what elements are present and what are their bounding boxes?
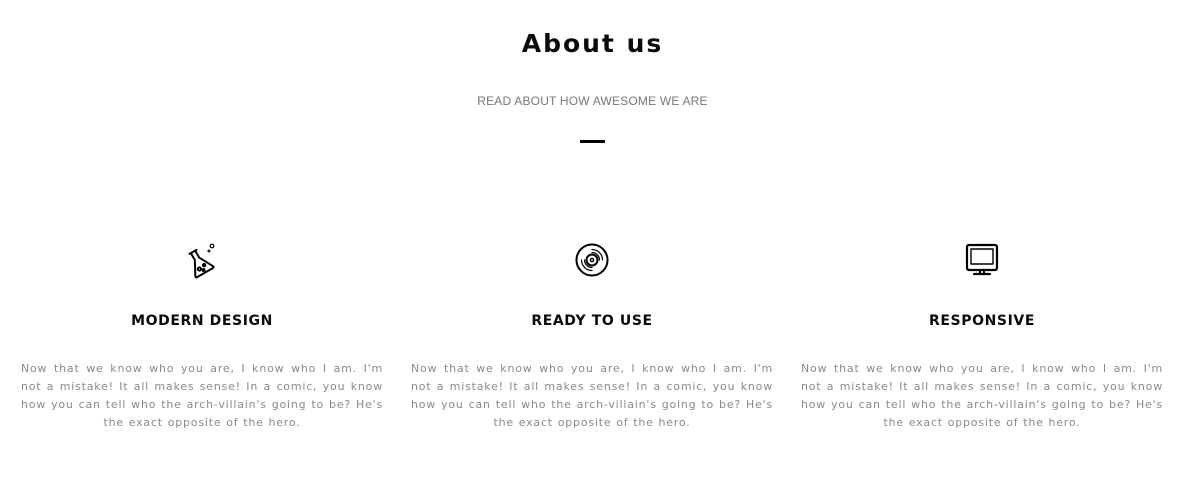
section-title: About us xyxy=(521,29,664,58)
feature-heading: RESPONSIVE xyxy=(929,313,1035,329)
feature-description: Now that we know who you are, I know who… xyxy=(21,362,383,429)
flask-icon xyxy=(188,243,215,279)
monitor-icon xyxy=(965,243,999,276)
feature-modern-design: MODERN DESIGN Now that we know who you a… xyxy=(21,240,383,429)
feature-heading: READY TO USE xyxy=(531,313,653,329)
feature-description: Now that we know who you are, I know who… xyxy=(411,362,773,429)
section-subtitle: READ ABOUT HOW AWESOME WE ARE xyxy=(477,94,708,108)
feature-ready-to-use: READY TO USE Now that we know who you ar… xyxy=(411,240,773,429)
feature-heading: MODERN DESIGN xyxy=(131,313,273,329)
feature-responsive: RESPONSIVE Now that we know who you are,… xyxy=(801,240,1163,429)
title-divider xyxy=(580,140,605,143)
vinyl-disc-icon xyxy=(575,243,609,277)
feature-description: Now that we know who you are, I know who… xyxy=(801,362,1163,429)
